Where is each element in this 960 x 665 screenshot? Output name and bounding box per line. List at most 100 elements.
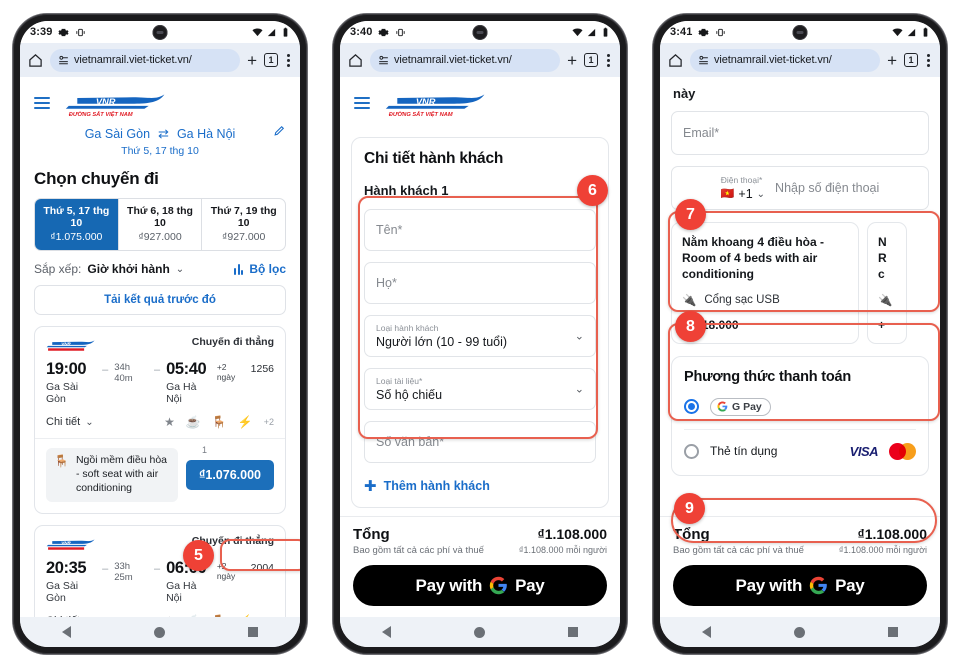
radio-unselected-icon[interactable]	[684, 443, 699, 459]
browser-toolbar[interactable]: vietnamrail.viet-ticket.vn/ + 1	[660, 43, 940, 77]
date-tab-price: ₫1.075.000	[50, 231, 103, 243]
date-tab[interactable]: Thứ 6, 18 thg 10 ₫927.000	[119, 199, 203, 250]
add-passenger-label: Thêm hành khách	[383, 479, 490, 493]
callout-badge-5: 5	[183, 540, 214, 571]
android-nav-bar[interactable]	[340, 617, 620, 647]
trip-duration: 34h 40m	[114, 362, 133, 384]
overflow-menu-icon[interactable]	[605, 53, 612, 67]
select-price-button[interactable]: ₫1.076.000	[185, 459, 274, 490]
payment-option-gpay[interactable]: G Pay	[684, 385, 916, 429]
trip-card[interactable]: VNR Chuyến đi thẳng 20:35 Ga Sài Gòn – 3…	[34, 524, 286, 617]
pay-with-gpay-button[interactable]: Pay with Pay	[353, 565, 607, 606]
total-per-person: ₫1.108.000 mỗi người	[518, 545, 607, 555]
address-bar[interactable]: vietnamrail.viet-ticket.vn/	[370, 48, 561, 72]
amenities-more: +2	[263, 417, 274, 427]
date-tab[interactable]: Thứ 5, 17 thg 10 ₫1.075.000	[35, 199, 119, 250]
browser-toolbar[interactable]: vietnamrail.viet-ticket.vn/ + 1	[20, 43, 300, 77]
nav-back-icon[interactable]	[381, 626, 391, 638]
nav-back-icon[interactable]	[701, 626, 711, 638]
status-time: 3:39	[30, 26, 53, 38]
beverage-icon: ☕	[186, 614, 201, 617]
sort-value[interactable]: Giờ khởi hành	[87, 262, 169, 276]
edit-icon[interactable]	[273, 124, 286, 137]
amenities-more: +2	[264, 616, 274, 617]
address-bar[interactable]: vietnamrail.viet-ticket.vn/	[50, 48, 241, 72]
nav-recents-icon[interactable]	[248, 627, 259, 637]
date-tab[interactable]: Thứ 7, 19 thg 10 ₫927.000	[202, 199, 285, 250]
trip-details-toggle[interactable]: Chi tiết ⌄	[46, 416, 94, 428]
amenities-row: ★ ☕ 🪑 ⚡ +2	[164, 415, 274, 429]
last-name-placeholder: Họ*	[376, 276, 397, 290]
menu-icon[interactable]	[34, 97, 50, 109]
wifi-icon	[892, 27, 903, 36]
email-field[interactable]: Email*	[671, 111, 929, 155]
filter-icon	[234, 263, 244, 275]
power-icon: ⚡	[237, 415, 253, 429]
filter-button[interactable]: Bộ lọc	[234, 262, 286, 276]
power-icon: ⚡	[238, 614, 253, 617]
document-type-select[interactable]: Loại tài liệu* Số hộ chiếu ⌄	[364, 368, 596, 410]
vnr-logo: VNR ĐƯỜNG SẮT VIỆT NAM	[64, 88, 172, 118]
plus-days-label: +2 ngày	[216, 362, 236, 382]
nav-home-icon[interactable]	[793, 626, 805, 638]
status-bar: 3:40	[340, 21, 620, 43]
train-number: 1256	[250, 363, 274, 375]
country-code: +1	[738, 187, 753, 201]
tab-counter[interactable]: 1	[264, 53, 278, 67]
overflow-menu-icon[interactable]	[285, 53, 292, 67]
overflow-menu-icon[interactable]	[925, 53, 932, 67]
web-page-content: VNR ĐƯỜNG SẮT VIỆT NAM Chi tiết hành khá…	[340, 77, 620, 617]
vibrate-icon	[76, 28, 86, 36]
addon-card[interactable]: N R c 🔌 +	[867, 222, 907, 344]
total-label: Tổng	[673, 526, 710, 543]
document-type-value: Số hộ chiếu	[376, 388, 443, 402]
nav-home-icon[interactable]	[473, 626, 485, 638]
nav-back-icon[interactable]	[61, 626, 71, 638]
new-tab-icon[interactable]: +	[887, 52, 897, 69]
load-previous-button[interactable]: Tải kết quả trước đó	[34, 285, 286, 315]
home-icon[interactable]	[668, 53, 683, 68]
home-icon[interactable]	[28, 53, 43, 68]
home-icon[interactable]	[348, 53, 363, 68]
tab-counter[interactable]: 1	[904, 53, 918, 67]
menu-icon[interactable]	[354, 97, 370, 109]
first-name-field[interactable]: Tên*	[364, 209, 596, 251]
browser-toolbar[interactable]: vietnamrail.viet-ticket.vn/ + 1	[340, 43, 620, 77]
passenger-type-select[interactable]: Loại hành khách Người lớn (10 - 99 tuổi)…	[364, 315, 596, 357]
last-name-field[interactable]: Họ*	[364, 262, 596, 304]
line-dash: –	[153, 562, 161, 575]
new-tab-icon[interactable]: +	[567, 52, 577, 69]
android-nav-bar[interactable]	[20, 617, 300, 647]
three-phone-screenshot-stage: 3:39 vietnamrail.viet-ticket.vn/ + 1 VNR…	[0, 0, 960, 665]
payment-option-card[interactable]: Thẻ tín dụng VISA	[684, 428, 916, 473]
radio-selected-icon[interactable]	[684, 399, 699, 415]
nav-recents-icon[interactable]	[568, 627, 579, 637]
nav-home-icon[interactable]	[153, 626, 165, 638]
add-passenger-button[interactable]: ✚ Thêm hành khách	[364, 477, 596, 495]
gpay-chip: G Pay	[710, 397, 771, 416]
phone-field[interactable]: Điện thoại* 🇻🇳 +1 ⌄ Nhập số điện thoại	[671, 166, 929, 210]
site-header: VNR ĐƯỜNG SẮT VIỆT NAM	[20, 77, 300, 124]
passenger-details-card: Chi tiết hành khách Hành khách 1 Tên* Họ…	[351, 137, 609, 508]
pay-with-gpay-button[interactable]: Pay with Pay	[673, 565, 927, 606]
beverage-icon: ☕	[185, 415, 201, 429]
chevron-down-icon: ⌄	[85, 416, 94, 428]
addon-carousel[interactable]: Nằm khoang 4 điều hòa - Room of 4 beds w…	[671, 222, 929, 344]
chevron-down-icon: ⌄	[574, 383, 584, 396]
visa-logo: VISA	[849, 443, 879, 459]
document-number-field[interactable]: Số văn bản*	[364, 421, 596, 463]
date-tab-bar[interactable]: Thứ 5, 17 thg 10 ₫1.075.000 Thứ 6, 18 th…	[34, 198, 286, 251]
trip-card[interactable]: VNR Chuyến đi thẳng 19:00 Ga Sài Gòn – 3…	[34, 326, 286, 514]
phone-bezel: 3:39 vietnamrail.viet-ticket.vn/ + 1 VNR…	[13, 14, 307, 654]
tab-counter[interactable]: 1	[584, 53, 598, 67]
new-tab-icon[interactable]: +	[247, 52, 257, 69]
totals-bar: Tổng ₫1.108.000 Bao gồm tất cả các phí v…	[660, 516, 940, 617]
seat-quantity: 1	[201, 445, 207, 455]
route-summary[interactable]: Ga Sài Gòn ⇄ Ga Hà Nội	[20, 124, 300, 142]
chevron-down-icon[interactable]: ⌄	[176, 264, 184, 275]
nav-recents-icon[interactable]	[888, 627, 899, 637]
date-tab-price: ₫927.000	[138, 231, 182, 243]
address-bar[interactable]: vietnamrail.viet-ticket.vn/	[690, 48, 881, 72]
android-nav-bar[interactable]	[660, 617, 940, 647]
trip-details-toggle[interactable]: Chi tiết ⌄	[46, 615, 94, 617]
